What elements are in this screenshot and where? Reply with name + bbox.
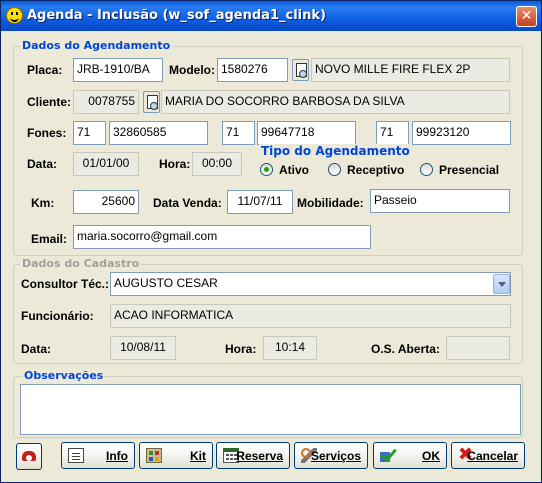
phone-button[interactable]	[16, 443, 42, 470]
km-label: Km:	[31, 196, 55, 210]
agendamento-legend: Dados do Agendamento	[20, 39, 173, 52]
placa-field[interactable]: JRB-1910/BA	[73, 58, 163, 82]
modelo-desc-field: NOVO MILLE FIRE FLEX 2P	[311, 58, 510, 82]
placa-label: Placa:	[27, 63, 63, 77]
check-icon	[380, 448, 396, 463]
observacoes-textarea[interactable]	[20, 384, 521, 435]
title-bar[interactable]: Agenda - Inclusão (w_sof_agenda1_clink) …	[1, 1, 541, 31]
cadastro-data-label: Data:	[21, 342, 52, 356]
email-field[interactable]: maria.socorro@gmail.com	[73, 225, 371, 249]
tipo-ativo-radio[interactable]	[260, 163, 273, 176]
fone3-numero-field[interactable]: 99923120	[412, 121, 511, 145]
document-icon	[68, 448, 84, 463]
ok-button[interactable]: OK	[373, 442, 447, 469]
cliente-nome-field: MARIA DO SOCORRO BARBOSA DA SILVA	[161, 90, 510, 114]
servicos-button-label: Serviços	[310, 449, 361, 463]
kit-button[interactable]: Kit	[139, 442, 213, 469]
cliente-lookup-icon[interactable]	[143, 91, 160, 113]
tipo-ativo-label: Ativo	[279, 163, 309, 177]
tipo-presencial-label: Presencial	[439, 163, 500, 177]
modelo-label: Modelo:	[169, 63, 215, 77]
cliente-label: Cliente:	[27, 95, 72, 109]
servicos-button[interactable]: Serviços	[294, 442, 368, 469]
consultor-label: Consultor Téc.:	[21, 277, 110, 291]
data-field: 01/01/00	[73, 152, 139, 176]
email-label: Email:	[31, 232, 68, 246]
cadastro-hora-label: Hora:	[225, 342, 257, 356]
tipo-presencial-radio[interactable]	[420, 163, 433, 176]
ok-button-label: OK	[422, 449, 440, 463]
mobilidade-label: Mobilidade:	[297, 196, 364, 210]
hora-field: 00:00	[192, 152, 242, 176]
kit-button-label: Kit	[190, 449, 206, 463]
data-venda-label: Data Venda:	[153, 196, 222, 210]
modelo-codigo-field[interactable]: 1580276	[217, 58, 288, 82]
cadastro-hora-field: 10:14	[263, 336, 317, 360]
kit-icon	[146, 448, 162, 463]
mobilidade-field[interactable]: Passeio	[370, 189, 510, 213]
data-label: Data:	[27, 157, 58, 171]
cliente-codigo-field: 0078755	[73, 90, 139, 114]
km-field[interactable]: 25600	[73, 190, 139, 214]
observacoes-legend: Observações	[22, 369, 106, 382]
info-button-label: Info	[106, 449, 128, 463]
cancelar-button[interactable]: ✖ Cancelar	[451, 442, 525, 469]
close-button[interactable]: ✕	[516, 6, 537, 27]
window-title: Agenda - Inclusão (w_sof_agenda1_clink)	[27, 8, 326, 23]
modelo-lookup-icon[interactable]	[292, 59, 309, 81]
cadastro-data-field: 10/08/11	[110, 336, 176, 360]
fone3-ddd-field[interactable]: 71	[376, 121, 409, 145]
info-button[interactable]: Info	[61, 442, 135, 469]
data-venda-field[interactable]: 11/07/11	[227, 190, 293, 214]
reserva-button[interactable]: Reserva	[216, 442, 290, 469]
cancelar-button-label: Cancelar	[467, 449, 518, 463]
funcionario-field: ACAO INFORMATICA	[110, 304, 511, 328]
fone2-numero-field[interactable]: 99647718	[257, 121, 356, 145]
hora-label: Hora:	[159, 157, 191, 171]
reserva-button-label: Reserva	[236, 449, 283, 463]
cadastro-legend: Dados do Cadastro	[20, 257, 142, 270]
fone1-ddd-field[interactable]: 71	[73, 121, 106, 145]
chevron-down-icon[interactable]	[493, 274, 510, 294]
agenda-window: Agenda - Inclusão (w_sof_agenda1_clink) …	[0, 0, 542, 483]
os-aberta-field	[446, 336, 510, 360]
tipo-receptivo-radio[interactable]	[328, 163, 341, 176]
fone2-ddd-field[interactable]: 71	[222, 121, 255, 145]
consultor-select[interactable]: AUGUSTO CESAR	[110, 272, 511, 296]
tipo-receptivo-label: Receptivo	[347, 163, 405, 177]
os-aberta-label: O.S. Aberta:	[371, 342, 440, 356]
fones-label: Fones:	[27, 126, 67, 140]
fone1-numero-field[interactable]: 32860585	[109, 121, 208, 145]
smiley-icon	[6, 7, 23, 24]
tipo-agendamento-label: Tipo do Agendamento	[259, 144, 412, 158]
funcionario-label: Funcionário:	[21, 309, 94, 323]
